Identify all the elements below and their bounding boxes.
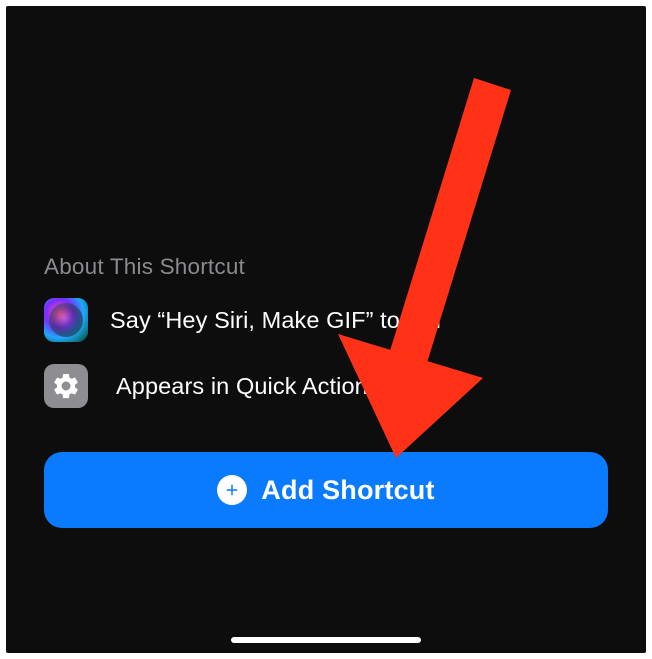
quick-actions-text: Appears in Quick Actions on Mac — [116, 373, 464, 400]
siri-hint-text: Say “Hey Siri, Make GIF” to run — [110, 307, 441, 334]
gear-icon — [44, 364, 88, 408]
app-frame: About This Shortcut Say “Hey Siri, Make … — [6, 6, 646, 653]
home-indicator[interactable] — [231, 637, 421, 643]
plus-icon — [217, 475, 247, 505]
add-shortcut-button[interactable]: Add Shortcut — [44, 452, 608, 528]
add-shortcut-label: Add Shortcut — [261, 475, 434, 506]
quick-actions-row: Appears in Quick Actions on Mac — [44, 364, 608, 408]
siri-hint-row: Say “Hey Siri, Make GIF” to run — [44, 298, 608, 342]
about-section: About This Shortcut Say “Hey Siri, Make … — [44, 254, 608, 430]
section-header: About This Shortcut — [44, 254, 608, 280]
siri-icon — [44, 298, 88, 342]
